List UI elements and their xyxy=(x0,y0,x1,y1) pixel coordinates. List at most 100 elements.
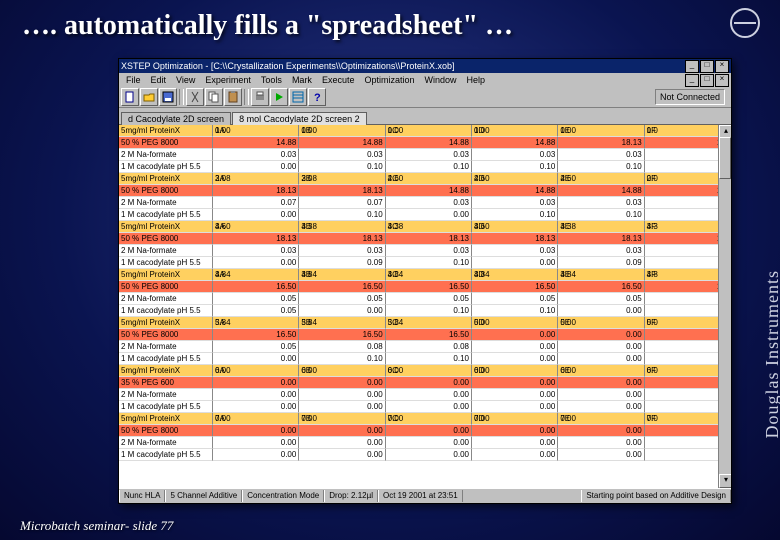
data-cell[interactable]: 0.03 xyxy=(386,197,472,209)
data-cell[interactable]: 0.00 xyxy=(386,377,472,389)
data-cell[interactable]: 0.00 xyxy=(558,389,644,401)
data-cell[interactable]: 0.00 xyxy=(213,353,299,365)
well-header-cell[interactable]: 3C4.38 xyxy=(386,221,472,233)
well-header-cell[interactable]: 5D0.00 xyxy=(472,317,558,329)
data-cell[interactable]: 0.09 xyxy=(299,257,385,269)
data-cell[interactable]: 0.00 xyxy=(558,305,644,317)
data-cell[interactable]: 0.00 xyxy=(299,425,385,437)
minimize-button[interactable]: _ xyxy=(685,60,699,73)
well-header-cell[interactable]: 7C0.00 xyxy=(386,413,472,425)
data-cell[interactable]: 0.00 xyxy=(558,437,644,449)
data-cell[interactable]: 0.05 xyxy=(213,341,299,353)
data-cell[interactable]: 0.10 xyxy=(472,209,558,221)
data-cell[interactable]: 0.07 xyxy=(213,197,299,209)
tab-screen-2[interactable]: 8 mol Cacodylate 2D screen 2 xyxy=(232,112,367,125)
data-cell[interactable]: 18.13 xyxy=(386,233,472,245)
data-cell[interactable]: 16.50 xyxy=(299,329,385,341)
data-cell[interactable]: 0.00 xyxy=(472,341,558,353)
well-header-cell[interactable]: 4C3.84 xyxy=(386,269,472,281)
data-cell[interactable]: 0.03 xyxy=(213,245,299,257)
data-cell[interactable]: 0.00 xyxy=(558,329,644,341)
well-header-cell[interactable]: 4A3.84 xyxy=(213,269,299,281)
data-cell[interactable]: 0.03 xyxy=(213,149,299,161)
data-cell[interactable]: 0.10 xyxy=(386,353,472,365)
mdi-close-button[interactable]: × xyxy=(715,74,729,87)
data-cell[interactable]: 0.00 xyxy=(386,401,472,413)
data-cell[interactable]: 0.03 xyxy=(299,149,385,161)
menu-experiment[interactable]: Experiment xyxy=(200,75,256,85)
menu-edit[interactable]: Edit xyxy=(146,75,172,85)
well-header-cell[interactable]: 6D0.00 xyxy=(472,365,558,377)
data-cell[interactable]: 0.00 xyxy=(472,437,558,449)
well-header-cell[interactable]: 3A4.60 xyxy=(213,221,299,233)
grid-edit-icon[interactable] xyxy=(289,88,307,106)
menu-mark[interactable]: Mark xyxy=(287,75,317,85)
well-header-cell[interactable]: 7E0.00 xyxy=(558,413,644,425)
open-icon[interactable] xyxy=(140,88,158,106)
save-icon[interactable] xyxy=(159,88,177,106)
data-cell[interactable]: 0.00 xyxy=(472,353,558,365)
data-cell[interactable]: 0.03 xyxy=(299,245,385,257)
data-cell[interactable]: 0.10 xyxy=(472,161,558,173)
paste-icon[interactable] xyxy=(224,88,242,106)
data-cell[interactable]: 0.00 xyxy=(558,377,644,389)
scroll-down-icon[interactable]: ▾ xyxy=(719,474,731,488)
data-cell[interactable]: 0.00 xyxy=(213,449,299,461)
data-cell[interactable]: 0.09 xyxy=(558,257,644,269)
menu-file[interactable]: File xyxy=(121,75,146,85)
cut-icon[interactable] xyxy=(186,88,204,106)
data-cell[interactable]: 0.00 xyxy=(472,377,558,389)
data-cell[interactable]: 0.00 xyxy=(299,389,385,401)
mdi-maximize-button[interactable]: □ xyxy=(700,74,714,87)
well-header-cell[interactable]: 6C0.00 xyxy=(386,365,472,377)
well-header-cell[interactable]: 1A0.00 xyxy=(213,125,299,137)
data-cell[interactable]: 18.13 xyxy=(299,185,385,197)
data-cell[interactable]: 18.13 xyxy=(558,233,644,245)
data-cell[interactable]: 0.08 xyxy=(386,341,472,353)
data-cell[interactable]: 0.00 xyxy=(213,209,299,221)
data-cell[interactable]: 0.00 xyxy=(386,389,472,401)
well-header-cell[interactable]: 6A0.00 xyxy=(213,365,299,377)
data-cell[interactable]: 18.13 xyxy=(472,233,558,245)
tab-screen-1[interactable]: d Cacodylate 2D screen xyxy=(121,112,231,125)
data-cell[interactable]: 0.00 xyxy=(472,329,558,341)
menu-help[interactable]: Help xyxy=(462,75,491,85)
data-cell[interactable]: 0.10 xyxy=(472,305,558,317)
data-cell[interactable]: 0.00 xyxy=(299,377,385,389)
data-cell[interactable]: 0.03 xyxy=(558,197,644,209)
data-cell[interactable]: 0.07 xyxy=(299,197,385,209)
data-cell[interactable]: 0.03 xyxy=(472,149,558,161)
data-cell[interactable]: 18.13 xyxy=(213,233,299,245)
data-cell[interactable]: 0.00 xyxy=(558,449,644,461)
data-cell[interactable]: 0.00 xyxy=(213,425,299,437)
data-cell[interactable]: 0.03 xyxy=(558,245,644,257)
data-cell[interactable]: 14.88 xyxy=(472,185,558,197)
data-cell[interactable]: 16.50 xyxy=(213,281,299,293)
copy-icon[interactable] xyxy=(205,88,223,106)
data-cell[interactable]: 0.00 xyxy=(558,341,644,353)
well-header-cell[interactable]: 4E3.84 xyxy=(558,269,644,281)
well-header-cell[interactable]: 2E4.60 xyxy=(558,173,644,185)
data-cell[interactable]: 14.88 xyxy=(213,137,299,149)
data-cell[interactable]: 0.00 xyxy=(299,401,385,413)
data-cell[interactable]: 0.00 xyxy=(472,425,558,437)
close-button[interactable]: × xyxy=(715,60,729,73)
data-cell[interactable]: 0.00 xyxy=(558,425,644,437)
data-cell[interactable]: 18.13 xyxy=(213,185,299,197)
data-cell[interactable]: 0.00 xyxy=(213,389,299,401)
data-cell[interactable]: 0.00 xyxy=(386,425,472,437)
data-cell[interactable]: 0.10 xyxy=(386,305,472,317)
data-cell[interactable]: 18.13 xyxy=(558,137,644,149)
well-header-cell[interactable]: 3D4.60 xyxy=(472,221,558,233)
data-cell[interactable]: 0.00 xyxy=(558,401,644,413)
data-cell[interactable]: 0.10 xyxy=(558,161,644,173)
data-cell[interactable]: 0.03 xyxy=(472,197,558,209)
data-cell[interactable]: 0.10 xyxy=(299,161,385,173)
data-cell[interactable]: 0.10 xyxy=(299,353,385,365)
data-cell[interactable]: 16.50 xyxy=(386,329,472,341)
menu-window[interactable]: Window xyxy=(420,75,462,85)
data-cell[interactable]: 16.50 xyxy=(558,281,644,293)
well-header-cell[interactable]: 5A3.84 xyxy=(213,317,299,329)
data-cell[interactable]: 16.50 xyxy=(213,329,299,341)
data-cell[interactable]: 18.13 xyxy=(299,233,385,245)
